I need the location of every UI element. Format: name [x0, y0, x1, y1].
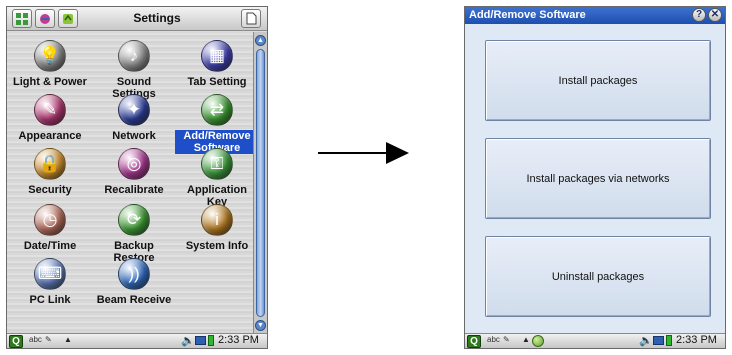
- settings-item[interactable]: ◎ Recalibrate: [90, 144, 178, 204]
- settings-top-bar: Settings: [7, 7, 267, 31]
- status-bar: Q abc ✎ ▲ 🔈 2:33 PM: [465, 333, 725, 348]
- settings-item[interactable]: 🔒 Security: [7, 144, 94, 204]
- settings-item[interactable]: ⟳Backup Restore: [90, 200, 178, 264]
- page-title: Settings: [133, 11, 181, 25]
- lock-icon: 🔒: [34, 148, 66, 180]
- clock[interactable]: 2:33 PM: [676, 334, 717, 346]
- backup-icon: ⟳: [118, 204, 150, 236]
- clock-icon: ◷: [34, 204, 66, 236]
- settings-item-label: Tab Setting: [187, 76, 247, 88]
- info-icon: i: [201, 204, 233, 236]
- input-mode-indicator[interactable]: abc: [487, 335, 500, 344]
- up-arrow-icon[interactable]: ▲: [522, 335, 530, 344]
- pc-link-icon: ⌨: [34, 258, 66, 290]
- q-menu-icon[interactable]: Q: [467, 335, 481, 348]
- close-icon[interactable]: ✕: [708, 8, 722, 22]
- install-packages-button[interactable]: Install packages: [485, 40, 711, 121]
- appearance-icon: ✎: [34, 94, 66, 126]
- scroll-thumb[interactable]: [256, 49, 265, 317]
- settings-item-label: Beam Receive: [96, 294, 172, 306]
- window-body: Install packages Install packages via ne…: [465, 24, 725, 335]
- settings-item[interactable]: i System Info: [173, 200, 261, 260]
- settings-item[interactable]: ✎ Appearance: [7, 90, 94, 150]
- settings-item[interactable]: ✦ Network: [90, 90, 178, 150]
- scroll-up-icon[interactable]: ▲: [255, 35, 266, 46]
- transition-arrow: [318, 142, 409, 164]
- status-bar: Q abc ✎ ▲ 🔈 2:33 PM: [7, 333, 267, 348]
- install-via-networks-button[interactable]: Install packages via networks: [485, 138, 711, 219]
- pen-icon[interactable]: ✎: [45, 335, 52, 344]
- settings-item[interactable]: ⌨ PC Link: [7, 254, 94, 314]
- settings-item[interactable]: ▦ Tab Setting: [173, 36, 261, 96]
- scroll-down-icon[interactable]: ▼: [255, 320, 266, 331]
- guitar-icon: ♪: [118, 40, 150, 72]
- window-title: Add/Remove Software: [469, 9, 586, 21]
- battery-icon[interactable]: [208, 335, 214, 346]
- window-title-bar: Add/Remove Software: [465, 7, 725, 24]
- target-icon: ◎: [118, 148, 150, 180]
- settings-item-label: Network: [112, 130, 156, 142]
- add-remove-software-screen: Add/Remove Software ? ✕ Install packages…: [464, 6, 726, 349]
- clock[interactable]: 2:33 PM: [218, 334, 259, 346]
- apps-tab-icon[interactable]: [58, 9, 78, 28]
- vertical-scrollbar[interactable]: ▲ ▼: [253, 32, 267, 334]
- settings-item-label: Light & Power: [13, 76, 87, 88]
- input-mode-indicator[interactable]: abc: [29, 335, 42, 344]
- pen-icon[interactable]: ✎: [503, 335, 510, 344]
- speaker-icon[interactable]: 🔈: [181, 334, 195, 347]
- home-tab-icon[interactable]: [12, 9, 32, 28]
- settings-item-label: PC Link: [29, 294, 71, 306]
- settings-tab-icon[interactable]: [35, 9, 55, 28]
- settings-item-label: Appearance: [18, 130, 82, 142]
- pc-connection-icon[interactable]: [653, 336, 664, 345]
- battery-icon[interactable]: [666, 335, 672, 346]
- settings-item[interactable]: ◷ Date/Time: [7, 200, 94, 260]
- uninstall-packages-button[interactable]: Uninstall packages: [485, 236, 711, 317]
- q-menu-icon[interactable]: Q: [9, 335, 23, 348]
- settings-item-label: Date/Time: [23, 240, 77, 252]
- beam-icon: )): [118, 258, 150, 290]
- settings-item[interactable]: 💡 Light & Power: [7, 36, 94, 96]
- settings-item[interactable]: )) Beam Receive: [90, 254, 178, 314]
- settings-item-label: Recalibrate: [104, 184, 164, 196]
- settings-screen: Settings 💡 Light & Power♪Sound Settings ▦ T…: [6, 6, 268, 349]
- lightbulb-icon: 💡: [34, 40, 66, 72]
- pc-connection-icon[interactable]: [195, 336, 206, 345]
- settings-item[interactable]: ⚿ Application Key: [173, 144, 261, 208]
- speaker-icon[interactable]: 🔈: [639, 334, 653, 347]
- settings-item-label: System Info: [185, 240, 249, 252]
- network-icon: ✦: [118, 94, 150, 126]
- up-arrow-icon[interactable]: ▲: [64, 335, 72, 344]
- settings-item-label: Security: [28, 184, 72, 196]
- key-icon: ⚿: [201, 148, 233, 180]
- document-icon[interactable]: [241, 9, 261, 28]
- settings-item[interactable]: ♪Sound Settings: [90, 36, 178, 100]
- settings-item[interactable]: ⇄Add/Remove Software: [173, 90, 261, 154]
- network-status-icon[interactable]: [532, 335, 544, 347]
- grid-icon: ▦: [201, 40, 233, 72]
- settings-icon-grid: 💡 Light & Power♪Sound Settings ▦ Tab Settin…: [7, 32, 259, 334]
- help-icon[interactable]: ?: [692, 8, 706, 22]
- software-icon: ⇄: [201, 94, 233, 126]
